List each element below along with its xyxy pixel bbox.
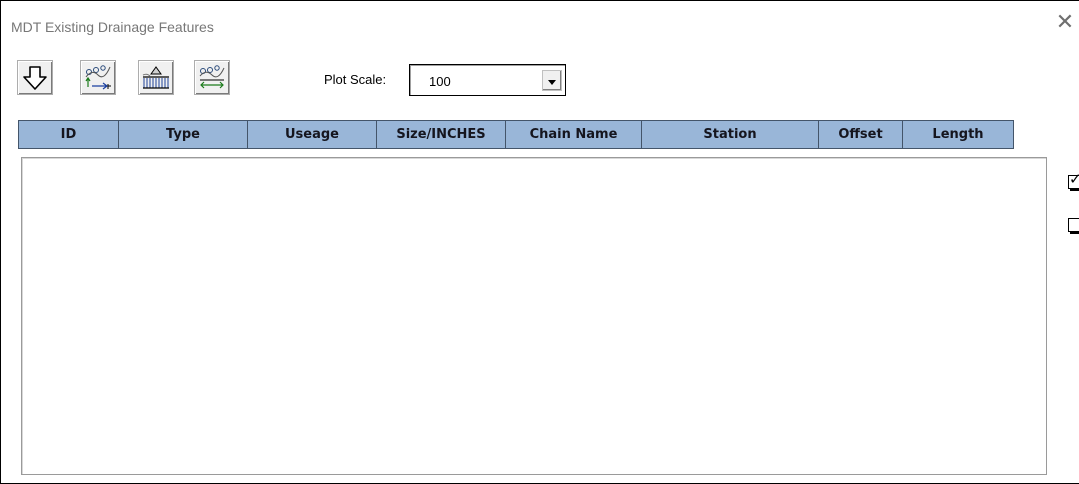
column-header-type[interactable]: Type — [119, 120, 248, 149]
profile-offset-button[interactable] — [194, 60, 230, 95]
dropdown-button[interactable] — [542, 70, 562, 91]
culvert-section-button[interactable] — [138, 60, 174, 95]
plot-scale-label: Plot Scale: — [324, 72, 387, 87]
import-down-button[interactable] — [17, 60, 53, 95]
checkbox-unchecked[interactable] — [1068, 218, 1079, 232]
culvert-section-icon — [141, 65, 171, 91]
check-mark-icon: ✓ — [1069, 170, 1079, 188]
dialog-window: MDT Existing Drainage Features ✕ Plot Sc… — [0, 0, 1079, 484]
chevron-down-icon — [547, 71, 557, 90]
close-icon[interactable]: ✕ — [1053, 11, 1077, 35]
column-header-length[interactable]: Length — [903, 120, 1014, 149]
down-arrow-icon — [22, 65, 48, 91]
features-list[interactable] — [21, 157, 1047, 475]
profile-elevation-button[interactable] — [80, 60, 116, 95]
profile-offset-icon — [198, 64, 226, 91]
plot-scale-select[interactable]: 100 — [409, 64, 566, 96]
column-header-offset[interactable]: Offset — [819, 120, 903, 149]
column-header-size[interactable]: Size/INCHES — [377, 120, 506, 149]
column-header-station[interactable]: Station — [642, 120, 819, 149]
column-header-useage[interactable]: Useage — [248, 120, 377, 149]
table-header: ID Type Useage Size/INCHES Chain Name St… — [18, 120, 1014, 149]
checkbox-checked[interactable]: ✓ — [1068, 171, 1079, 189]
profile-elevation-icon — [84, 64, 112, 91]
plot-scale-value: 100 — [429, 74, 451, 89]
column-header-id[interactable]: ID — [18, 120, 119, 149]
column-header-chain-name[interactable]: Chain Name — [506, 120, 642, 149]
window-title: MDT Existing Drainage Features — [11, 19, 214, 35]
